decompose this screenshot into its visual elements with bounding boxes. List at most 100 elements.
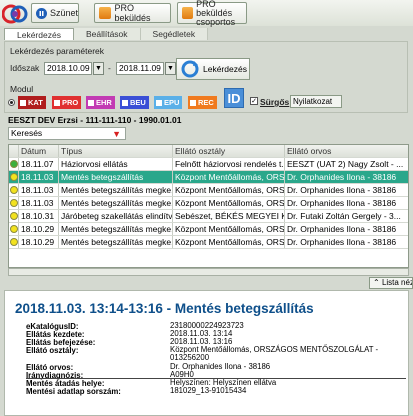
dept-cell: Sebészet, BÉKÉS MEGYEI K... [175, 210, 285, 222]
search-label: Keresés [11, 128, 43, 138]
status-cell [9, 184, 19, 196]
dept-cell: Központ Mentőállomás, ORS... [175, 171, 285, 183]
query-button[interactable]: Lekérdezés [176, 58, 250, 80]
table-row[interactable]: 18.10.29 Mentés betegszállítás megke... Kö… [9, 236, 408, 249]
date-separator: - [108, 63, 111, 73]
detail-field-value: Központ Mentőállomás, ORSZÁGOS MENTŐSZOL… [170, 345, 379, 363]
type-cell: Mentés betegszállítás megke... [61, 184, 173, 196]
status-cell [9, 171, 19, 183]
date-from-dropdown-icon[interactable]: ▼ [93, 62, 104, 75]
date-cell: 18.11.03 [19, 184, 59, 196]
module-pro[interactable]: PRO [52, 96, 82, 109]
pro-group-submit-label-1: PRO beküldés [196, 0, 233, 18]
date-to-dropdown-icon[interactable]: ▼ [165, 62, 176, 75]
pro-group-submit-button[interactable]: PRO beküldés csoportos [177, 0, 247, 27]
doctor-cell: Dr. Orphanides Ilona - 38186 [287, 237, 397, 247]
col-dept[interactable]: Ellátó osztály [173, 145, 285, 157]
filter-icon[interactable]: ▼ [112, 129, 121, 140]
pro-submit-label: PRO beküldés [114, 3, 151, 23]
group-send-icon [182, 7, 194, 19]
modul-label: Modul [10, 84, 34, 94]
date-cell: 18.11.03 [19, 197, 59, 209]
horizontal-scrollbar[interactable] [8, 268, 409, 276]
tab-segedletek[interactable]: Segédletek [140, 28, 209, 40]
dept-cell: Központ Mentőállomás, ORS... [175, 236, 285, 248]
dept-cell: Felnőtt háziorvosi rendelés t... [175, 158, 285, 170]
module-radio[interactable] [8, 99, 15, 106]
app-logo-icon [1, 2, 30, 26]
module-epu[interactable]: EPU [154, 96, 183, 109]
type-cell: Háziorvosi ellátás [59, 158, 173, 170]
urgent-label: Sürgős [260, 97, 290, 107]
pro-submit-button[interactable]: PRO beküldés [94, 3, 171, 23]
module-epu-label: EPU [164, 98, 180, 107]
pro-group-submit-label-2: csoportos [196, 16, 236, 27]
send-icon [99, 7, 112, 19]
status-cell [9, 223, 19, 235]
status-cell [9, 210, 19, 222]
module-kat-label: KAT [28, 98, 43, 107]
type-cell: Mentés betegszállítás megke... [61, 223, 173, 235]
module-pro-label: PRO [62, 98, 79, 107]
toolbar: Szünet PRO beküldés PRO beküldés csoport… [0, 0, 413, 26]
nyilatkozat-label: Nyilatkozat [293, 97, 333, 106]
date-cell: 18.10.29 [19, 223, 59, 235]
urgent-checkbox[interactable]: ✓ [250, 97, 258, 105]
table-row[interactable]: 18.11.03 Mentés betegszállítás megke... Kö… [9, 184, 408, 197]
date-cell: 18.10.29 [19, 236, 59, 248]
date-cell: 18.11.03 [19, 171, 59, 183]
module-kat[interactable]: KAT [18, 96, 46, 109]
chevron-up-icon: ⌃ [373, 278, 380, 287]
query-section-title: Lekérdezés paraméterek [10, 46, 105, 56]
col-doctor[interactable]: Ellátó orvos [285, 145, 408, 157]
pause-button[interactable]: Szünet [31, 3, 79, 23]
detail-field-label: Mentési adatlap sorszám: [26, 387, 121, 396]
detail-title: 2018.11.03. 13:14-13:16 - Mentés betegsz… [15, 301, 314, 316]
nyilatkozat-button[interactable]: Nyilatkozat [290, 95, 342, 108]
doctor-cell: Dr. Orphanides Ilona - 38186 [287, 185, 397, 195]
search-input[interactable]: Keresés ▼ [8, 127, 126, 140]
module-rec[interactable]: REC [188, 96, 217, 109]
module-beu[interactable]: BEU [120, 96, 149, 109]
detail-field-value: 181029_13-91015434 [170, 386, 247, 395]
tab-bar: Lekérdezés Beállítások Segédletek [0, 28, 413, 40]
status-icon [10, 199, 18, 207]
table-header: Dátum Típus Ellátó osztály Ellátó orvos [9, 145, 408, 158]
table-row[interactable]: 18.10.31 Járóbeteg szakellátás elindítva S… [9, 210, 408, 223]
col-type[interactable]: Típus [59, 145, 173, 157]
pause-icon [36, 7, 47, 19]
type-cell: Mentés betegszállítás megke... [61, 197, 173, 209]
list-view-button[interactable]: ⌃ Lista néze [369, 277, 413, 289]
doctor-cell: EESZT (UAT 2) Nagy Zsolt - ... [287, 159, 404, 169]
tab-lekerdezes[interactable]: Lekérdezés [4, 28, 74, 40]
module-ehr[interactable]: EHR [86, 96, 115, 109]
detail-field-label: Ellátó osztály: [26, 346, 79, 355]
status-icon [10, 225, 18, 233]
module-beu-label: BEU [130, 98, 146, 107]
date-to-input[interactable]: 2018.11.09 [116, 62, 164, 75]
col-date[interactable]: Dátum [19, 145, 59, 157]
table-row[interactable]: 18.11.07 Háziorvosi ellátás Felnőtt házior… [9, 158, 408, 171]
results-table: Dátum Típus Ellátó osztály Ellátó orvos … [8, 144, 409, 268]
status-cell [9, 197, 19, 209]
detail-field-value: Dr. Orphanides Ilona - 38186 [170, 362, 271, 371]
tab-beallitasok[interactable]: Beállítások [73, 28, 141, 40]
dept-cell: Központ Mentőállomás, ORS... [175, 197, 285, 209]
id-badge-label: ID [227, 91, 241, 106]
table-row[interactable]: 18.11.03 Mentés betegszállítás megke... Kö… [9, 197, 408, 210]
list-view-label: Lista néze [381, 278, 412, 287]
status-icon [10, 186, 18, 194]
col-status [9, 145, 19, 157]
module-radio-dot [10, 101, 13, 104]
doctor-cell: Dr. Orphanides Ilona - 38186 [287, 224, 397, 234]
date-from-input[interactable]: 2018.10.09 [44, 62, 92, 75]
type-cell: Mentés betegszállítás [59, 171, 173, 183]
table-row[interactable]: 18.11.03 Mentés betegszállítás Központ Men… [9, 171, 408, 184]
table-row[interactable]: 18.10.29 Mentés betegszállítás megke... Kö… [9, 223, 408, 236]
refresh-icon [180, 60, 200, 78]
module-ehr-label: EHR [96, 98, 112, 107]
id-badge[interactable]: ID [224, 88, 244, 108]
module-rec-label: REC [198, 98, 214, 107]
pause-button-label: Szünet [50, 8, 79, 18]
query-button-label: Lekérdezés [203, 64, 247, 74]
